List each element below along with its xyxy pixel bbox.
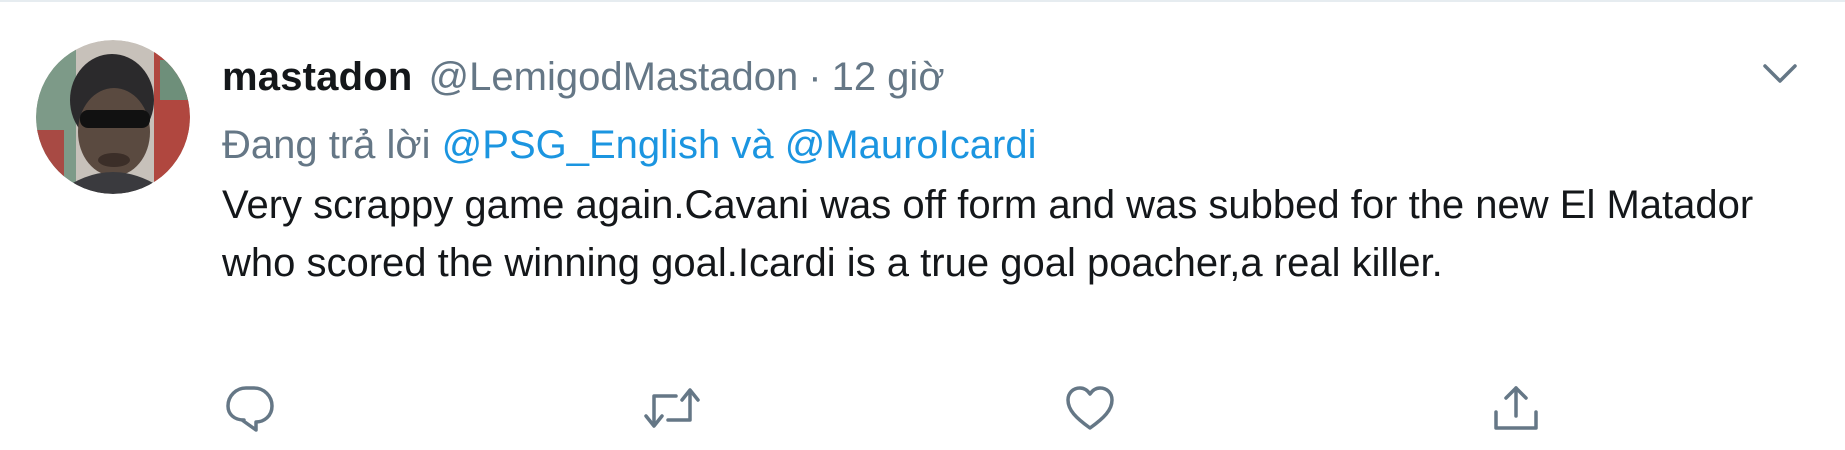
like-button[interactable] — [1062, 380, 1118, 436]
more-options-button[interactable] — [1757, 50, 1803, 96]
reply-prefix: Đang trả lời — [222, 123, 431, 167]
retweet-icon — [644, 388, 700, 428]
heart-icon — [1066, 386, 1114, 430]
reply-context: Đang trả lời @PSG_English và @MauroIcard… — [222, 114, 1802, 176]
author-handle[interactable]: @LemigodMastadon — [429, 40, 799, 114]
avatar-photo-icon — [36, 40, 190, 194]
user-avatar[interactable] — [36, 40, 190, 194]
mention-mauro-icardi[interactable]: @MauroIcardi — [785, 123, 1037, 167]
tweet-text: Very scrappy game again.Cavani was off f… — [222, 183, 1754, 285]
chevron-down-icon — [1763, 64, 1797, 83]
tweet-actions — [222, 380, 1602, 440]
share-icon — [1494, 386, 1538, 430]
reply-icon — [226, 386, 274, 432]
header-separator: · — [808, 55, 822, 99]
tweet-card[interactable]: mastadon @LemigodMastadon · 12 giờ Đang … — [0, 0, 1845, 450]
tweet-timestamp[interactable]: 12 giờ — [832, 40, 945, 114]
reply-conjunction: và — [731, 123, 774, 167]
tweet-header: mastadon @LemigodMastadon · 12 giờ — [222, 40, 1802, 114]
share-button[interactable] — [1488, 380, 1544, 436]
author-display-name[interactable]: mastadon — [222, 40, 413, 114]
reply-button[interactable] — [222, 380, 278, 436]
tweet-content: mastadon @LemigodMastadon · 12 giờ Đang … — [222, 40, 1802, 292]
mention-psg-english[interactable]: @PSG_English — [442, 123, 721, 167]
retweet-button[interactable] — [640, 380, 700, 436]
